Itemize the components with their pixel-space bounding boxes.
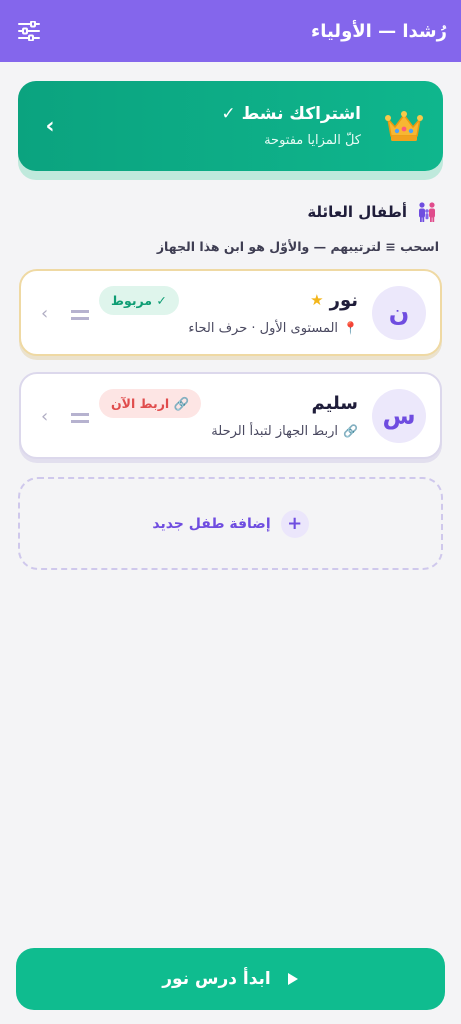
pin-icon: 📍 — [343, 321, 358, 335]
plus-icon: + — [280, 509, 309, 538]
start-lesson-label: ابدأ درس نور — [162, 969, 271, 989]
subscription-card-wrapper: اشتراكك نشط ✓ كلّ المزايا مفتوحة › — [18, 81, 443, 180]
link-now-button[interactable]: 🔗 اربط الآن — [99, 389, 202, 418]
avatar: ن — [372, 285, 426, 340]
link-icon: 🔗 — [343, 424, 358, 438]
add-child-label: إضافة طفل جديد — [152, 515, 271, 532]
sliders-icon — [18, 21, 40, 41]
subscription-subtitle: كلّ المزايا مفتوحة — [264, 133, 361, 148]
family-icon — [419, 202, 435, 222]
child-card-salim[interactable]: س سليم 🔗 اربط الجهاز لتبدأ الرحلة 🔗 اربط… — [19, 372, 442, 459]
reorder-hint: اسحب ≡ لترتيبهم — والأوّل هو ابن هذا الج… — [156, 239, 439, 254]
status-badge-linked: ✓ مربوط — [99, 286, 179, 315]
add-child-button[interactable]: + إضافة طفل جديد — [18, 477, 443, 570]
child-name: سليم — [311, 392, 358, 414]
subscription-card[interactable]: اشتراكك نشط ✓ كلّ المزايا مفتوحة › — [18, 81, 443, 171]
chevron-left-icon: › — [41, 406, 49, 427]
child-name-row: نور ★ — [39, 290, 358, 311]
child-name: نور — [329, 289, 358, 311]
start-lesson-button[interactable]: ابدأ درس نور — [16, 948, 445, 1010]
app-root: رُشدا — الأولياء اشتراكك نشط ✓ كلّ المزا… — [0, 0, 461, 1024]
chevron-left-icon: › — [45, 113, 55, 139]
drag-handle-icon[interactable] — [71, 310, 89, 320]
page-title: رُشدا — الأولياء — [311, 20, 447, 42]
subscription-title: اشتراكك نشط ✓ — [221, 104, 361, 124]
family-section-title: أطفال العائلة — [307, 203, 407, 221]
crown-icon — [385, 111, 423, 141]
child-link-prompt: اربط الجهاز لتبدأ الرحلة — [211, 423, 339, 439]
family-section-header: أطفال العائلة — [307, 200, 439, 224]
settings-button[interactable] — [16, 18, 42, 44]
avatar: س — [372, 388, 426, 443]
chevron-left-icon: › — [41, 303, 49, 324]
drag-handle-icon[interactable] — [71, 413, 89, 423]
child-detail: 🔗 اربط الجهاز لتبدأ الرحلة — [39, 424, 358, 439]
star-icon: ★ — [310, 291, 324, 309]
child-card-nour[interactable]: ن نور ★ 📍 المستوى الأول · حرف الحاء ✓ مر… — [19, 269, 442, 356]
child-detail: 📍 المستوى الأول · حرف الحاء — [39, 321, 358, 336]
app-header: رُشدا — الأولياء — [0, 0, 461, 62]
child-level-text: المستوى الأول · حرف الحاء — [188, 320, 339, 336]
play-icon — [287, 973, 298, 985]
subscription-text: اشتراكك نشط ✓ كلّ المزايا مفتوحة — [60, 104, 361, 148]
